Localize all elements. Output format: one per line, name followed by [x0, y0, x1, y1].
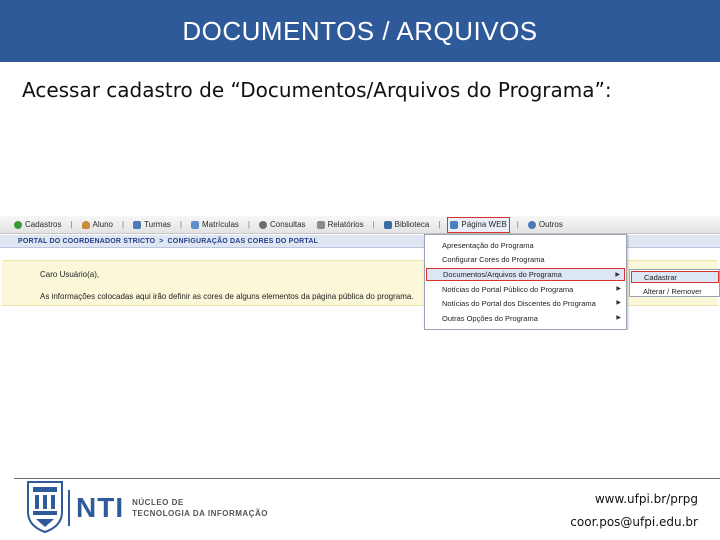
other-icon — [527, 220, 536, 229]
menu-separator: | — [516, 220, 519, 229]
nti-logo-text: NTI — [76, 492, 125, 523]
menu-cadastros[interactable]: Cadastros — [12, 217, 63, 233]
nti-subtitle-line2: TECNOLOGIA DA INFORMAÇÃO — [132, 509, 268, 518]
documentos-submenu: Cadastrar Alterar / Remover — [629, 269, 720, 297]
contact-url[interactable]: www.ufpi.br/prpg — [570, 488, 698, 511]
submenu-arrow-icon: ▶ — [616, 286, 621, 292]
dropdown-item-label: Outras Opções do Programa — [442, 314, 538, 323]
footer-divider — [14, 478, 720, 479]
ufpi-logo — [27, 481, 63, 534]
menu-separator: | — [438, 220, 441, 229]
menu-aluno[interactable]: Aluno — [80, 217, 115, 233]
nti-logo-subtitle: NÚCLEO DE TECNOLOGIA DA INFORMAÇÃO — [132, 497, 268, 519]
dropdown-item-noticias-publico[interactable]: Notícias do Portal Público do Programa ▶ — [426, 283, 625, 296]
menu-label: Aluno — [92, 220, 114, 229]
dropdown-item-outras-opcoes[interactable]: Outras Opções do Programa ▶ — [426, 312, 625, 325]
menu-separator: | — [122, 220, 125, 229]
dropdown-item-noticias-discentes[interactable]: Notícias do Portal dos Discentes do Prog… — [426, 297, 625, 310]
menu-separator: | — [70, 220, 73, 229]
menu-matriculas[interactable]: Matrículas — [189, 217, 241, 233]
library-icon — [383, 220, 392, 229]
menu-label: Página WEB — [461, 220, 507, 229]
submenu-item-label: Alterar / Remover — [643, 286, 702, 296]
breadcrumb-portal[interactable]: Portal do Coordenador Stricto — [18, 238, 155, 245]
dropdown-item-label: Apresentação do Programa — [442, 241, 534, 250]
system-screenshot: Cadastros | Aluno | Turmas | Matrículas … — [0, 212, 720, 330]
menu-label: Cadastros — [25, 220, 62, 229]
submenu-item-alterar-remover[interactable]: Alterar / Remover — [631, 285, 719, 297]
menu-pagina-web[interactable]: Página WEB — [447, 216, 510, 233]
submenu-item-cadastrar[interactable]: Cadastrar — [631, 271, 719, 283]
menu-label: Biblioteca — [394, 220, 430, 229]
dropdown-item-documentos-arquivos[interactable]: Documentos/Arquivos do Programa ▶ — [426, 268, 625, 281]
slide-title: DOCUMENTOS / ARQUIVOS — [182, 15, 538, 46]
search-icon — [258, 220, 267, 229]
menu-biblioteca[interactable]: Biblioteca — [382, 217, 432, 233]
report-icon — [316, 220, 325, 229]
menu-label: Relatórios — [327, 220, 364, 229]
submenu-arrow-icon: ▶ — [615, 272, 620, 278]
main-menubar: Cadastros | Aluno | Turmas | Matrículas … — [0, 216, 720, 234]
plus-circle-icon — [14, 220, 22, 229]
menu-label: Matrículas — [202, 220, 239, 229]
submenu-arrow-icon: ▶ — [616, 315, 621, 321]
nti-subtitle-line1: NÚCLEO DE — [132, 498, 184, 507]
menu-label: Consultas — [269, 220, 306, 229]
menu-turmas[interactable]: Turmas — [131, 217, 173, 233]
menu-consultas[interactable]: Consultas — [257, 217, 308, 233]
dropdown-item-label: Notícias do Portal dos Discentes do Prog… — [442, 299, 596, 308]
breadcrumb-current: Configuração das Cores do Portal — [167, 237, 319, 245]
info-greeting: Caro Usuário(a), — [40, 270, 100, 279]
instruction-text: Acessar cadastro de “Documentos/Arquivos… — [22, 78, 612, 102]
submenu-arrow-icon: ▶ — [616, 300, 621, 306]
submenu-item-label: Cadastrar — [644, 272, 677, 282]
info-description: As informações colocadas aqui irão defin… — [40, 292, 414, 301]
web-icon — [450, 220, 459, 229]
menu-label: Outros — [538, 220, 563, 229]
menu-separator: | — [179, 220, 182, 229]
menu-relatorios[interactable]: Relatórios — [315, 217, 366, 233]
dropdown-item-apresentacao[interactable]: Apresentação do Programa — [426, 239, 625, 252]
breadcrumb-separator: > — [159, 237, 164, 245]
dropdown-item-label: Notícias do Portal Público do Programa — [442, 285, 574, 294]
menu-separator: | — [247, 220, 250, 229]
dropdown-item-label: Configurar Cores do Programa — [442, 255, 545, 264]
nti-logo-bar — [68, 490, 70, 526]
menu-outros[interactable]: Outros — [526, 217, 565, 233]
menu-label: Turmas — [144, 220, 171, 229]
menu-separator: | — [372, 220, 375, 229]
dropdown-item-label: Documentos/Arquivos do Programa — [443, 270, 562, 279]
slide-title-bar: DOCUMENTOS / ARQUIVOS — [0, 0, 720, 62]
dropdown-item-configurar-cores[interactable]: Configurar Cores do Programa — [426, 253, 625, 266]
group-icon — [133, 220, 142, 229]
user-icon — [81, 220, 90, 229]
contact-info: www.ufpi.br/prpg coor.pos@ufpi.edu.br — [570, 488, 698, 534]
document-icon — [191, 220, 199, 229]
nti-logo: NTI NÚCLEO DE TECNOLOGIA DA INFORMAÇÃO — [68, 488, 268, 528]
pagina-web-dropdown: Apresentação do Programa Configurar Core… — [424, 234, 627, 330]
contact-email[interactable]: coor.pos@ufpi.edu.br — [570, 511, 698, 534]
